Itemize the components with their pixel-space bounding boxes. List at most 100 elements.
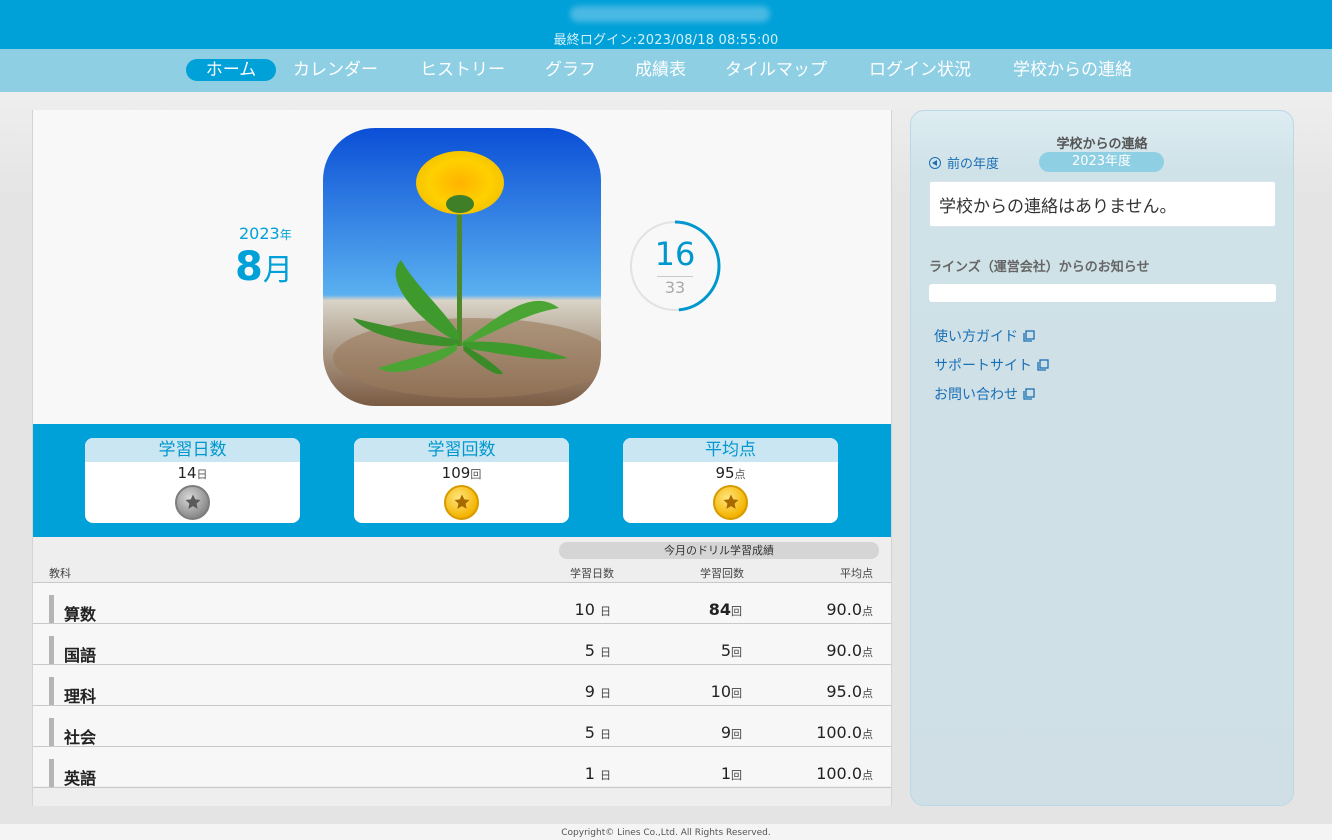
dandelion-illustration [323, 128, 601, 406]
stat-number: 109 [441, 464, 471, 482]
stat-card-study-days: 学習日数 14日 [85, 438, 300, 523]
prev-year-link[interactable]: 前の年度 [929, 153, 999, 172]
stat-title: 平均点 [623, 438, 838, 462]
progress-current: 16 [654, 235, 696, 273]
col-avg-header: 平均点 [840, 567, 873, 580]
nav-login-status[interactable]: ログイン状況 [869, 59, 971, 81]
circle-left-arrow-icon [929, 157, 941, 169]
row-subject: 理科 [64, 687, 97, 706]
row-marker [49, 636, 54, 664]
link-label: 使い方ガイド [934, 329, 1018, 345]
nav-report-card[interactable]: 成績表 [635, 59, 686, 81]
stat-unit: 点 [734, 468, 746, 481]
stat-unit: 日 [196, 468, 208, 481]
home-main-panel: 2023年 8月 16 33 学習日数 14日 学習回数 109回 平均点 95… [32, 110, 892, 806]
dandelion-growth-image [323, 128, 601, 406]
nav-school-messages[interactable]: 学校からの連絡 [1013, 59, 1132, 81]
external-link-icon [1023, 330, 1035, 342]
row-count: 84回 [708, 600, 742, 619]
stats-band: 学習日数 14日 学習回数 109回 平均点 95点 [33, 424, 891, 537]
row-subject: 社会 [64, 728, 97, 747]
stat-value: 109回 [354, 463, 569, 483]
row-days: 5 日 [584, 641, 611, 660]
last-login-text: 最終ログイン:2023/08/18 08:55:00 [553, 33, 779, 48]
stat-title: 学習日数 [85, 438, 300, 462]
school-notice-box: 学校からの連絡はありません。 [929, 181, 1276, 227]
usage-guide-link[interactable]: 使い方ガイド [934, 326, 1035, 346]
row-subject: 国語 [64, 646, 97, 665]
row-count: 5回 [720, 641, 742, 660]
row-days: 1 日 [584, 764, 611, 783]
month-label: 8月 [235, 244, 293, 290]
row-marker [49, 595, 54, 623]
row-days: 5 日 [584, 723, 611, 742]
row-average: 100.0点 [816, 723, 873, 742]
stat-unit: 回 [470, 468, 482, 481]
row-average: 90.0点 [826, 641, 873, 660]
blurred-username [570, 6, 770, 22]
table-row: 国語 5 日 5回 90.0点 [33, 624, 891, 665]
table-row: 算数 10 日 84回 90.0点 [33, 583, 891, 624]
row-marker [49, 677, 54, 705]
stat-card-average-score: 平均点 95点 [623, 438, 838, 523]
monthly-hero: 2023年 8月 16 33 [33, 110, 891, 424]
year-unit: 年 [279, 228, 292, 242]
col-subject-header: 教科 [49, 567, 71, 580]
link-label: お問い合わせ [934, 387, 1018, 403]
support-site-link[interactable]: サポートサイト [934, 355, 1049, 375]
table-body: 算数 10 日 84回 90.0点 国語 5 日 5回 90.0点 理科 9 日 10回 95.0点社… [33, 583, 891, 788]
lines-notice-box [929, 284, 1276, 302]
row-days: 10 日 [574, 600, 611, 619]
progress-total: 33 [664, 278, 686, 297]
school-messages-panel: 学校からの連絡 前の年度 2023年度 学校からの連絡はありません。 ラインズ（… [910, 110, 1294, 806]
prev-year-label: 前の年度 [947, 157, 1000, 172]
row-subject: 算数 [64, 605, 97, 624]
stat-card-study-count: 学習回数 109回 [354, 438, 569, 523]
progress-divider [657, 276, 693, 277]
external-link-icon [1037, 359, 1049, 371]
stat-number: 95 [715, 464, 735, 482]
row-marker [49, 718, 54, 746]
col-days-header: 学習日数 [570, 567, 614, 580]
nav-tile-map[interactable]: タイルマップ [725, 59, 827, 81]
nav-calendar[interactable]: カレンダー [293, 59, 378, 81]
gold-medal-icon [444, 485, 479, 520]
stat-title: 学習回数 [354, 438, 569, 462]
drill-results-table: 今月のドリル学習成績 教科 学習日数 学習回数 平均点 算数 10 日 84回 90.… [33, 537, 891, 806]
month-value: 8 [235, 244, 263, 290]
external-link-icon [1023, 388, 1035, 400]
col-count-header: 学習回数 [700, 567, 744, 580]
nav-history[interactable]: ヒストリー [420, 59, 505, 81]
lines-notice-title: ラインズ（運営会社）からのお知らせ [929, 260, 1150, 275]
table-group-header: 今月のドリル学習成績 [559, 542, 879, 559]
table-row: 理科 9 日 10回 95.0点 [33, 665, 891, 706]
year-label: 2023年 [239, 224, 292, 243]
top-header: 最終ログイン:2023/08/18 08:55:00 [0, 0, 1332, 49]
stat-number: 14 [177, 464, 197, 482]
footer-copyright: Copyright© Lines Co.,Ltd. All Rights Res… [0, 824, 1332, 840]
row-count: 1回 [720, 764, 742, 783]
row-marker [49, 759, 54, 787]
row-count: 10回 [710, 682, 742, 701]
stat-value: 14日 [85, 463, 300, 483]
nav-graph[interactable]: グラフ [545, 59, 596, 81]
link-label: サポートサイト [934, 358, 1032, 374]
row-average: 95.0点 [826, 682, 873, 701]
row-subject: 英語 [64, 769, 97, 788]
gold-medal-icon [713, 485, 748, 520]
year-value: 2023 [239, 224, 280, 243]
row-days: 9 日 [584, 682, 611, 701]
main-nav: ホーム カレンダー ヒストリー グラフ 成績表 タイルマップ ログイン状況 学校… [0, 49, 1332, 92]
current-year-badge: 2023年度 [1039, 152, 1164, 172]
row-count: 9回 [720, 723, 742, 742]
table-row: 社会 5 日 9回 100.0点 [33, 706, 891, 747]
month-unit: 月 [262, 253, 293, 288]
contact-link[interactable]: お問い合わせ [934, 384, 1035, 404]
stat-value: 95点 [623, 463, 838, 483]
row-average: 90.0点 [826, 600, 873, 619]
table-row: 英語 1 日 1回 100.0点 [33, 747, 891, 788]
silver-medal-icon [175, 485, 210, 520]
nav-home[interactable]: ホーム [186, 59, 276, 81]
panel-title: 学校からの連絡 [1056, 137, 1148, 152]
row-average: 100.0点 [816, 764, 873, 783]
